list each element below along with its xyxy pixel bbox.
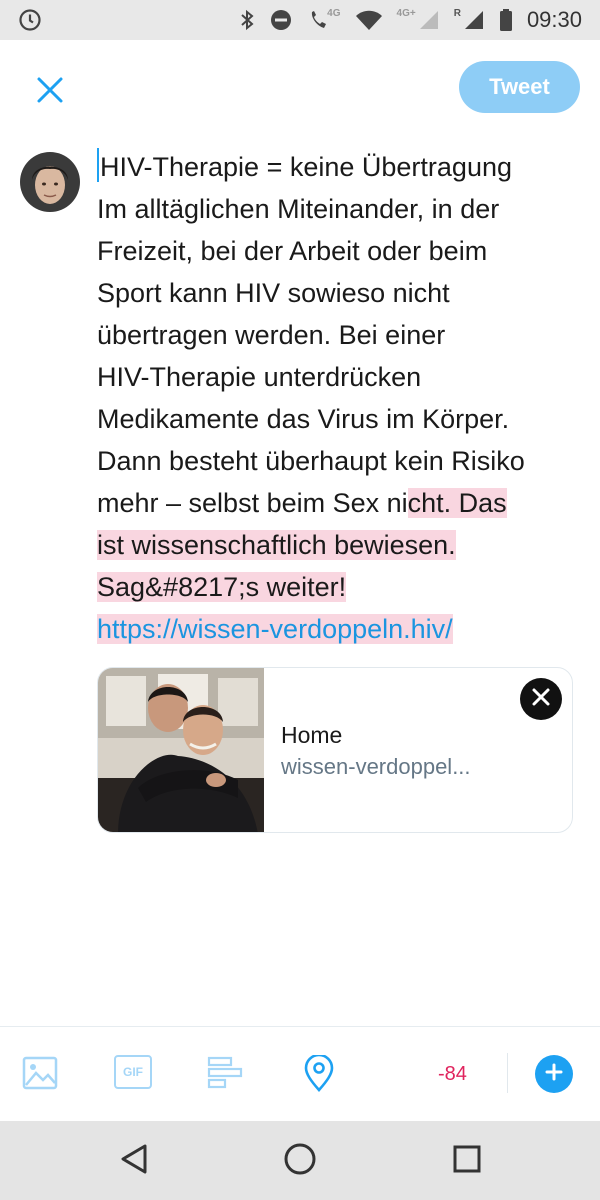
network-label-4g: 4G (327, 7, 341, 19)
character-counter: -84 (438, 1063, 467, 1085)
do-not-disturb-icon (269, 8, 293, 32)
compose-link[interactable]: https://wissen-verdoppeln.hiv/ (97, 614, 453, 644)
compose-line: HIV-Therapie = keine Übertragung (97, 146, 577, 188)
compose-line-text: mehr – selbst beim Sex ni (97, 488, 408, 518)
battery-icon (499, 8, 513, 32)
tweet-compose-field[interactable]: HIV-Therapie = keine Übertragung Im allt… (97, 146, 577, 650)
link-preview-domain: wissen-verdoppel... (281, 754, 471, 779)
text-caret (97, 148, 99, 182)
home-icon (283, 1142, 317, 1181)
bluetooth-icon (239, 8, 255, 32)
compose-line: Sag&#8217;s weiter! (97, 566, 577, 608)
toolbar-divider (507, 1053, 508, 1093)
compose-line: übertragen werden. Bei einer (97, 320, 446, 350)
nav-home-button[interactable] (280, 1141, 320, 1181)
link-preview-image (98, 668, 264, 832)
network-label-roaming: R (453, 7, 461, 19)
recents-icon (452, 1144, 482, 1179)
link-preview-card[interactable]: Home wissen-verdoppel... (97, 667, 573, 833)
nav-back-button[interactable] (114, 1141, 154, 1181)
nav-recents-button[interactable] (447, 1141, 487, 1181)
link-preview-title: Home (281, 722, 343, 748)
avatar (20, 152, 80, 212)
remove-card-button[interactable] (520, 678, 562, 720)
add-image-button[interactable] (22, 1055, 58, 1096)
image-icon (22, 1055, 58, 1096)
android-nav-bar (0, 1121, 600, 1200)
over-limit-text: ist wissenschaftlich bewiesen. (97, 530, 456, 560)
add-tweet-button[interactable] (535, 1055, 573, 1093)
over-limit-text: Sag&#8217;s weiter! (97, 572, 347, 602)
compose-line: HIV-Therapie unterdrücken (97, 362, 422, 392)
compose-toolbar: GIF -84 (0, 1026, 600, 1121)
compose-line: Freizeit, bei der Arbeit oder beim (97, 236, 488, 266)
status-time: 09:30 (526, 7, 582, 32)
close-icon (531, 687, 551, 712)
gif-label: GIF (123, 1065, 143, 1079)
plus-icon (544, 1062, 564, 1087)
over-limit-text: cht. Das (407, 488, 507, 518)
tweet-button[interactable]: Tweet (459, 61, 580, 113)
compose-line: ist wissenschaftlich bewiesen. (97, 524, 577, 566)
compose-line: Sport kann HIV sowieso nicht (97, 278, 450, 308)
status-bar: 4G 4G+ R 09:30 (0, 0, 600, 40)
wifi-call-icon: 4G (307, 7, 341, 32)
compose-line: mehr – selbst beim Sex nicht. Das (97, 482, 577, 524)
close-icon (36, 76, 64, 109)
network-label-4g-plus: 4G+ (396, 7, 416, 19)
signal-icon: 4G+ (396, 7, 440, 31)
gif-icon: GIF (114, 1055, 152, 1089)
compose-line-text: HIV-Therapie = keine Übertragung (100, 152, 512, 182)
back-icon (119, 1143, 149, 1180)
close-compose-button[interactable] (30, 72, 70, 112)
signal-roaming-icon: R (453, 7, 485, 31)
compose-line: Im alltäglichen Miteinander, in der (97, 194, 500, 224)
add-location-button[interactable] (303, 1053, 335, 1098)
poll-icon (207, 1055, 245, 1096)
link-preview-text: Home wissen-verdoppel... (264, 668, 471, 832)
location-icon (303, 1053, 335, 1098)
compose-line: https://wissen-verdoppeln.hiv/ (97, 608, 577, 650)
compose-line: Dann besteht überhaupt kein Risiko (97, 446, 525, 476)
wifi-icon (355, 8, 383, 32)
compose-line: Medikamente das Virus im Körper. (97, 404, 510, 434)
clock-icon (18, 8, 42, 32)
add-gif-button[interactable]: GIF (114, 1055, 152, 1089)
add-poll-button[interactable] (207, 1055, 245, 1096)
